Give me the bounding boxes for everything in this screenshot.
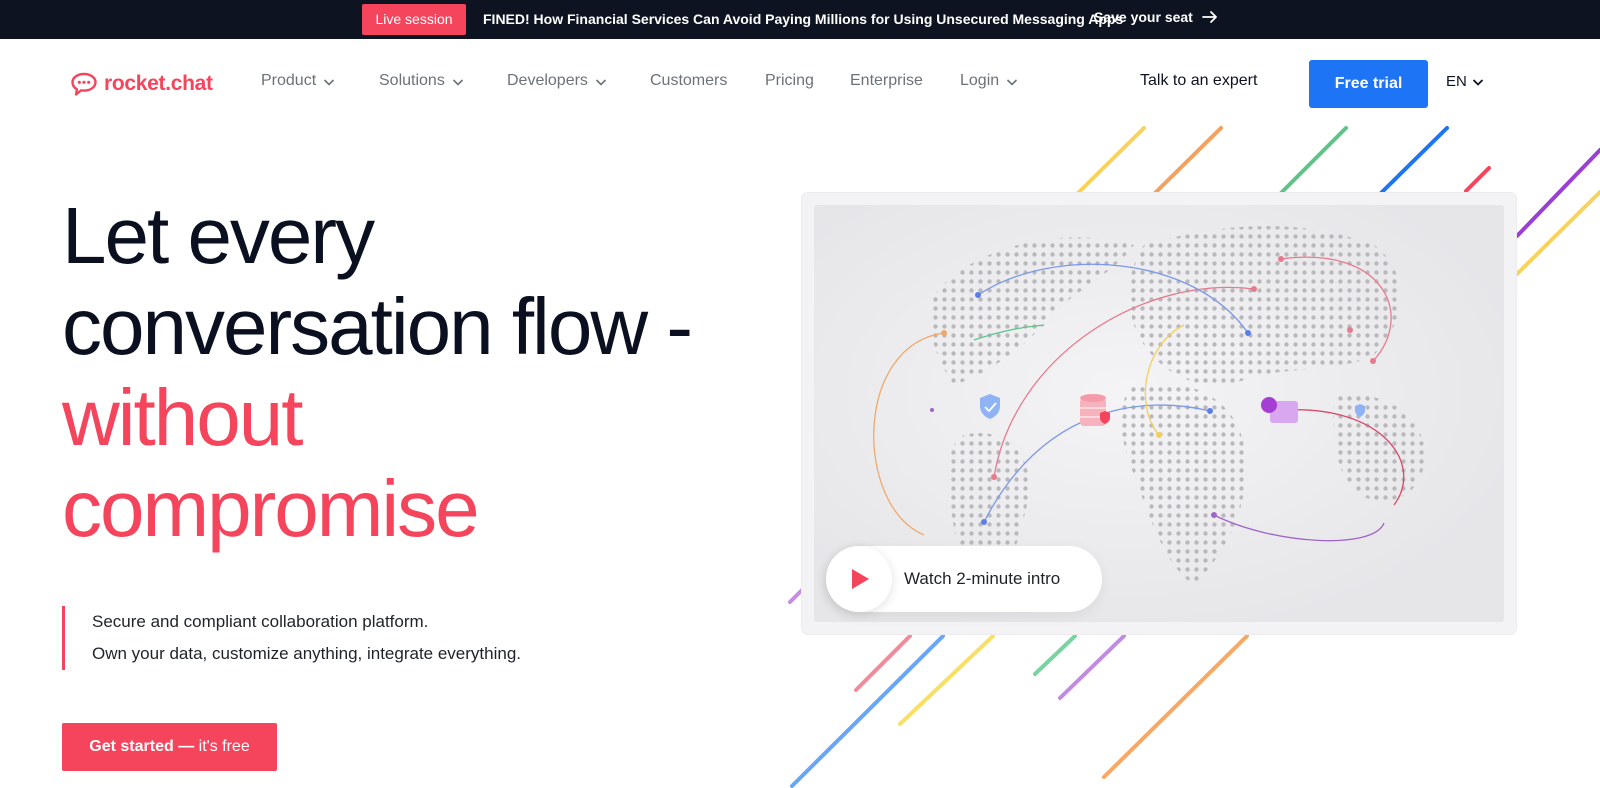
language-label[interactable]: EN — [1446, 73, 1467, 90]
chevron-down-icon — [452, 79, 463, 86]
nav-solutions-label[interactable]: Solutions — [379, 72, 445, 90]
arrow-right-icon — [1201, 11, 1217, 23]
watch-intro-label[interactable]: Watch 2-minute intro — [904, 569, 1060, 589]
logo-text[interactable]: rocket.chat — [104, 72, 213, 96]
hero-heading-line-3: without — [62, 373, 303, 462]
play-button[interactable] — [826, 546, 892, 612]
hero-heading-line-1: Let every — [62, 191, 375, 280]
hero-subtext: Secure and compliant collaboration platf… — [62, 606, 622, 670]
nav-enterprise-label[interactable]: Enterprise — [850, 72, 923, 90]
language-selector[interactable]: EN — [1446, 73, 1485, 90]
get-started-button[interactable]: Get started — it's free — [62, 723, 277, 771]
logo[interactable]: rocket.chat — [70, 71, 213, 97]
nav-customers[interactable]: Customers — [650, 72, 727, 90]
chevron-down-icon — [324, 79, 335, 86]
chevron-down-icon — [595, 79, 607, 86]
nav-developers-label[interactable]: Developers — [507, 72, 588, 90]
chevron-down-icon — [1007, 79, 1018, 86]
nav-product[interactable]: Product — [261, 72, 336, 90]
announcement-bar: Live session FINED! How Financial Servic… — [0, 0, 1600, 39]
nav-login-label[interactable]: Login — [960, 72, 999, 90]
nav-login[interactable]: Login — [960, 72, 1019, 90]
nav-enterprise[interactable]: Enterprise — [850, 72, 923, 90]
nav-developers[interactable]: Developers — [507, 72, 608, 90]
hero-subtext-line-1: Secure and compliant collaboration platf… — [92, 612, 429, 631]
database-icon — [1080, 394, 1110, 426]
chat-bubble-logo-icon — [71, 72, 97, 96]
site-header: rocket.chat Product Solutions Developers… — [0, 39, 1600, 125]
hero-subtext-line-2: Own your data, customize anything, integ… — [92, 644, 522, 663]
get-started-rest-label[interactable]: it's free — [194, 738, 250, 755]
live-session-badge[interactable]: Live session — [362, 4, 466, 35]
chevron-down-icon — [1472, 78, 1483, 86]
hero-heading-line-4: compromise — [62, 464, 480, 553]
nav-product-label[interactable]: Product — [261, 72, 316, 90]
free-trial-button[interactable]: Free trial — [1309, 60, 1428, 108]
nav-customers-label[interactable]: Customers — [650, 72, 727, 90]
announcement-text[interactable]: FINED! How Financial Services Can Avoid … — [483, 11, 1123, 27]
watch-intro-button[interactable]: Watch 2-minute intro — [826, 546, 1102, 612]
nav-pricing-label[interactable]: Pricing — [765, 72, 814, 90]
save-seat-label[interactable]: Save your seat — [1094, 9, 1193, 25]
hero-heading-line-2: conversation flow - — [62, 282, 693, 371]
talk-to-expert-link[interactable]: Talk to an expert — [1140, 72, 1257, 90]
nav-pricing[interactable]: Pricing — [765, 72, 814, 90]
get-started-bold-label[interactable]: Get started — — [89, 738, 194, 755]
play-icon — [852, 569, 869, 589]
save-seat-link[interactable]: Save your seat — [1094, 8, 1219, 26]
nav-solutions[interactable]: Solutions — [379, 72, 465, 90]
